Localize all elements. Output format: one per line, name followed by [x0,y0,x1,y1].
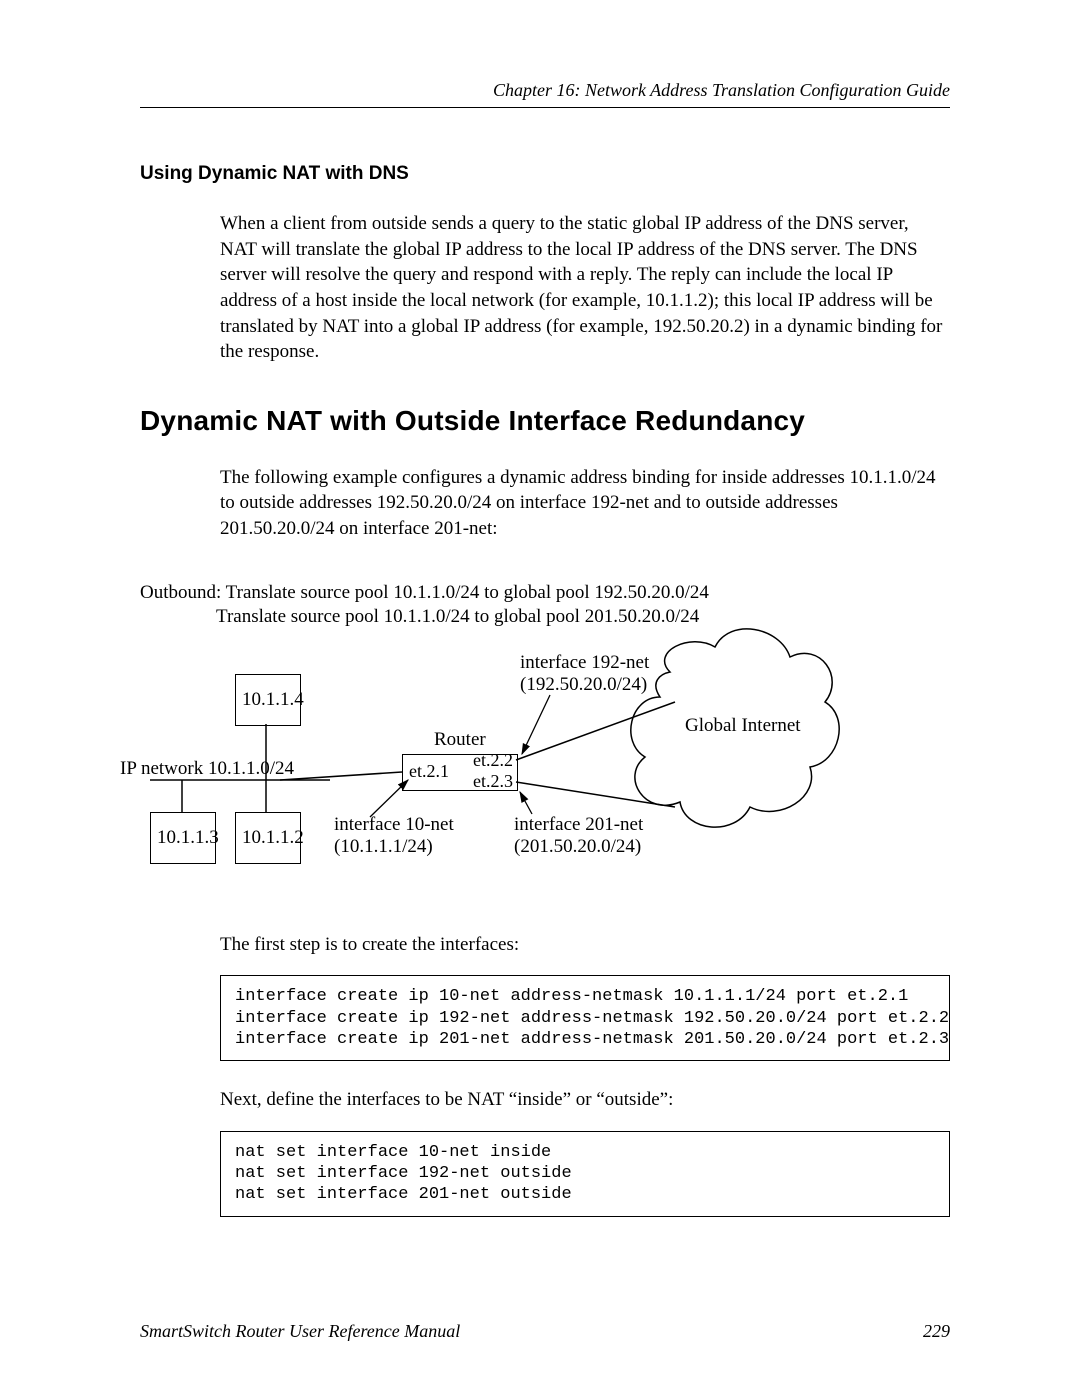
footer-manual: SmartSwitch Router User Reference Manual [140,1321,460,1342]
section-title: Dynamic NAT with Outside Interface Redun… [140,405,950,437]
subsection-title: Using Dynamic NAT with DNS [140,163,950,185]
paragraph-1: When a client from outside sends a query… [220,211,950,365]
code-block-nat: nat set interface 10-net inside nat set … [220,1131,950,1217]
code-block-interfaces: interface create ip 10-net address-netma… [220,975,950,1061]
paragraph-2: The following example configures a dynam… [220,465,950,542]
chapter-header: Chapter 16: Network Address Translation … [140,80,950,101]
paragraph-3: The first step is to create the interfac… [220,932,950,958]
paragraph-4: Next, define the interfaces to be NAT “i… [220,1087,950,1113]
diagram-svg [130,582,950,902]
network-diagram: Outbound: Translate source pool 10.1.1.0… [130,582,950,902]
header-rule [140,107,950,108]
footer-page: 229 [923,1321,950,1342]
